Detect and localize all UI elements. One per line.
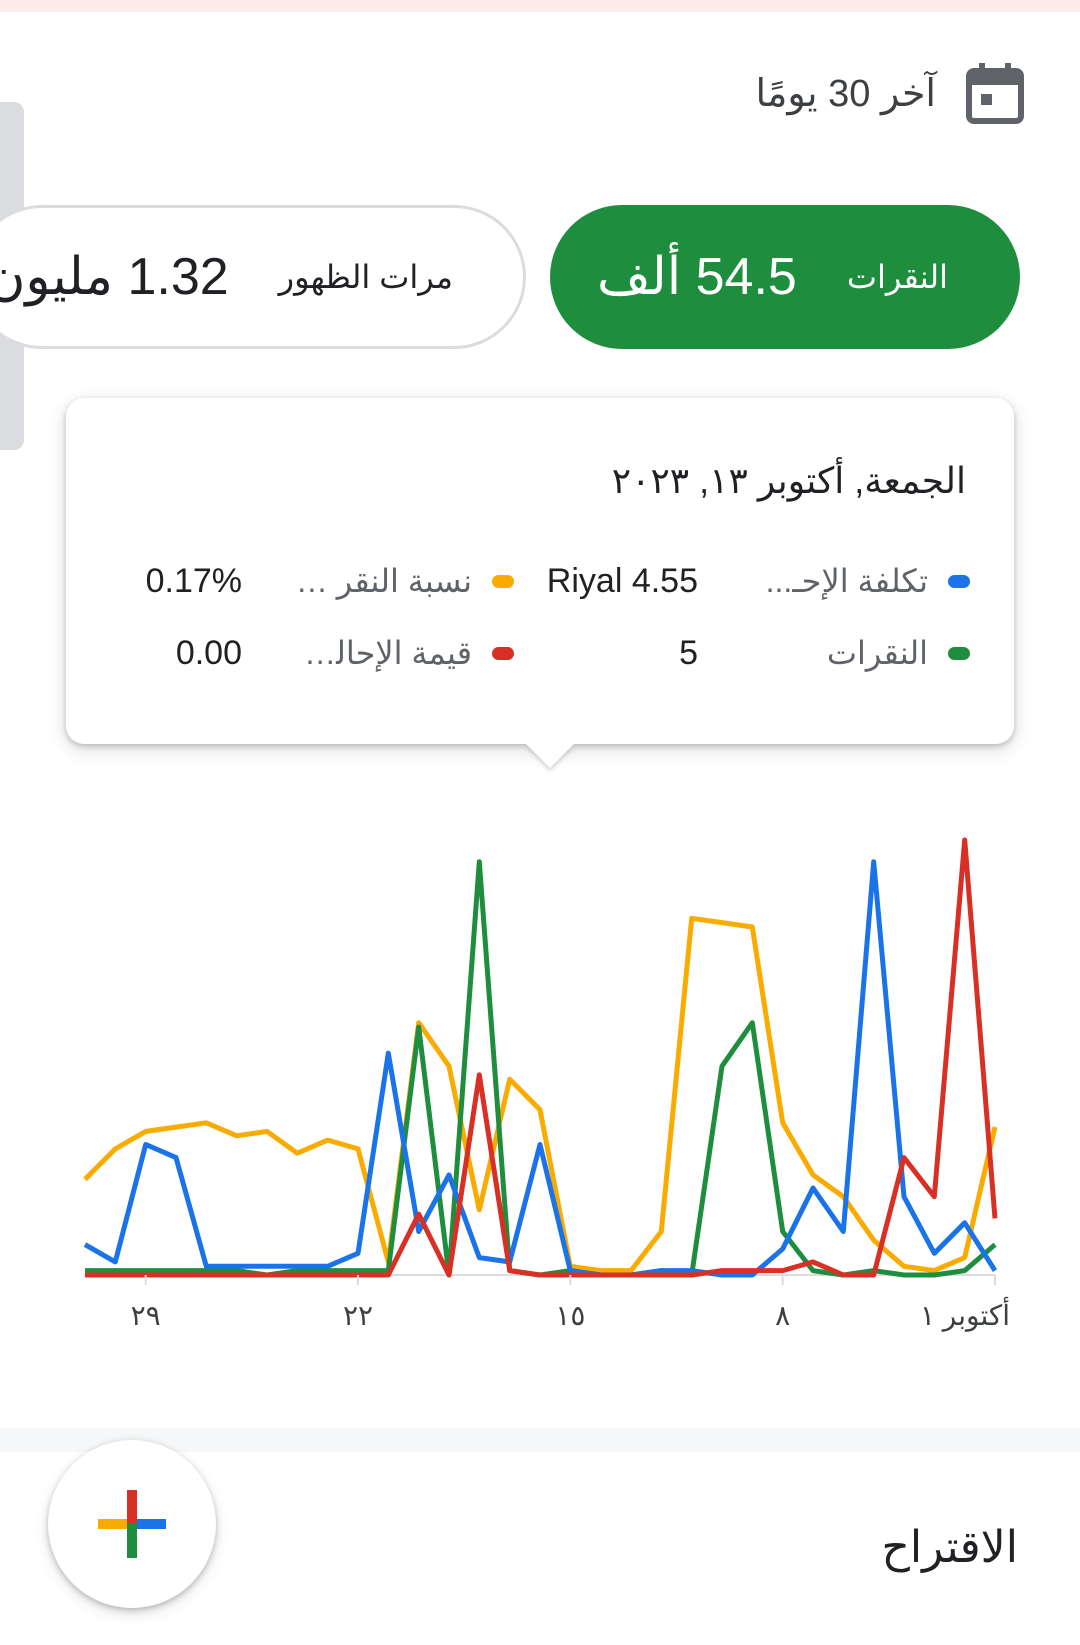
performance-line-chart[interactable]: أكتوبر ١ ٨ ١٥ ٢٢ ٢٩ [60, 810, 1020, 1340]
metric-impressions-chip[interactable]: مرات الظهور 1.32 مليون [0, 205, 526, 349]
series-dot-red [492, 646, 514, 660]
tooltip-item-name: نسبة النقر إلى ... [292, 563, 472, 599]
series-line-2 [83, 859, 998, 1278]
tooltip-item-cost: تكلفة الإحـ... Riyal 4.55 [547, 556, 970, 606]
calendar-icon [966, 63, 1024, 124]
x-tick-label: ١٥ [555, 1300, 585, 1331]
date-range-selector[interactable]: آخر 30 يومًا [755, 62, 1024, 124]
chart-tooltip: الجمعة, أكتوبر ١٣, ٢٠٢٣ تكلفة الإحـ... R… [66, 398, 1014, 768]
tooltip-caret [526, 744, 574, 768]
date-range-label: آخر 30 يومًا [755, 72, 936, 115]
series-dot-green [948, 646, 970, 660]
tooltip-item-ctr: نسبة النقر إلى ... 0.17% [146, 556, 514, 606]
add-fab-button[interactable] [48, 1440, 216, 1608]
tooltip-item-value: 5 [679, 633, 698, 672]
x-tick-label: أكتوبر ١ [920, 1297, 1010, 1332]
top-strip [0, 0, 1080, 12]
tooltip-date: الجمعة, أكتوبر ١٣, ٢٠٢٣ [611, 460, 966, 501]
metric-clicks-value: 54.5 ألف [597, 248, 797, 306]
plus-icon [98, 1490, 166, 1558]
metric-clicks-label: النقرات [846, 259, 948, 295]
x-tick-label: ٨ [775, 1300, 790, 1331]
series-dot-yellow [492, 574, 514, 588]
series-line-0 [83, 915, 998, 1274]
metric-impressions-label: مرات الظهور [278, 259, 453, 295]
metric-clicks-chip[interactable]: النقرات 54.5 ألف [550, 205, 1020, 349]
tooltip-item-name: تكلفة الإحـ... [765, 563, 928, 599]
suggestion-section-title: الاقتراح [881, 1523, 1018, 1572]
tooltip-item-value: 0.00 [175, 633, 242, 672]
tooltip-item-value: Riyal 4.55 [546, 561, 698, 600]
tooltip-item-value: 0.17% [145, 561, 242, 600]
metric-impressions-value: 1.32 مليون [0, 248, 229, 306]
tooltip-item-name: قيمة الإحالة النا... [292, 635, 472, 671]
tooltip-item-clicks: النقرات 5 [679, 628, 970, 678]
x-tick-label: ٢٢ [343, 1300, 373, 1331]
tooltip-item-name: النقرات [826, 635, 928, 671]
series-dot-blue [948, 574, 970, 588]
tooltip-item-referral: قيمة الإحالة النا... 0.00 [176, 628, 514, 678]
x-tick-label: ٢٩ [131, 1300, 161, 1331]
